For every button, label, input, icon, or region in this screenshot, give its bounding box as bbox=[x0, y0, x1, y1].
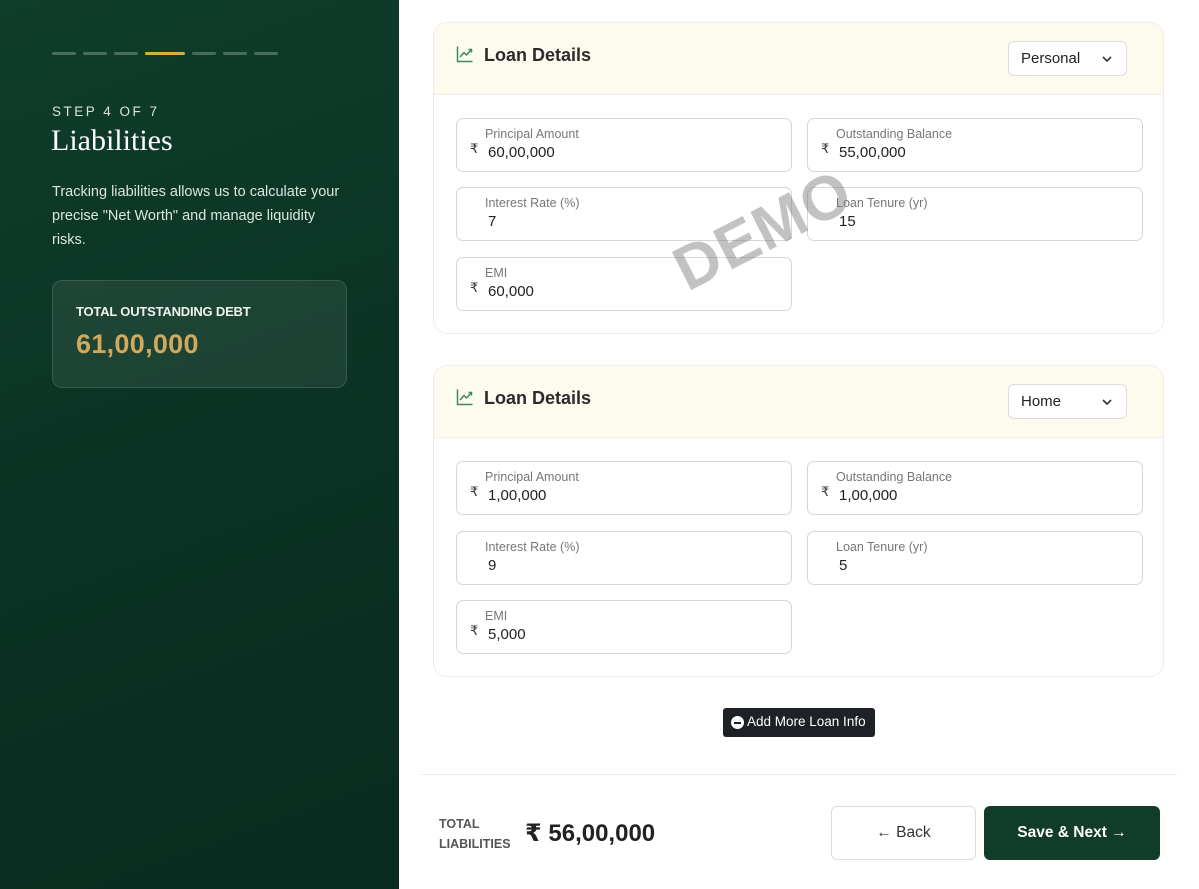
loan-card-header: Loan Details Home bbox=[434, 366, 1163, 438]
step-segment-2 bbox=[83, 52, 107, 55]
interest-rate-field[interactable]: Interest Rate (%) 9 bbox=[456, 531, 792, 585]
step-segment-4-active bbox=[145, 52, 185, 55]
outstanding-balance-field[interactable]: Outstanding Balance ₹ 1,00,000 bbox=[807, 461, 1143, 515]
step-label: STEP 4 OF 7 bbox=[52, 104, 160, 119]
loan-card-header: Loan Details Personal bbox=[434, 23, 1163, 95]
field-value: 55,00,000 bbox=[839, 144, 906, 161]
step-segment-6 bbox=[223, 52, 247, 55]
total-liabilities-value: ₹ 56,00,000 bbox=[525, 820, 656, 847]
field-label: Interest Rate (%) bbox=[485, 196, 580, 210]
loan-card-title: Loan Details bbox=[484, 45, 592, 65]
loan-card: Loan Details Home Principal Amount ₹ 1,0… bbox=[433, 365, 1164, 677]
step-segment-5 bbox=[192, 52, 216, 55]
field-label: Principal Amount bbox=[485, 470, 579, 484]
add-more-loan-label: Add More Loan Info bbox=[747, 714, 866, 729]
save-next-button[interactable]: Save & Next → bbox=[984, 806, 1160, 860]
trending-up-icon bbox=[456, 389, 473, 406]
field-value: 5,000 bbox=[488, 626, 526, 643]
rupee-icon: ₹ bbox=[470, 141, 479, 156]
page-description: Tracking liabilities allows us to calcul… bbox=[52, 184, 340, 248]
emi-field[interactable]: EMI ₹ 5,000 bbox=[456, 600, 792, 654]
rupee-icon: ₹ bbox=[821, 484, 830, 499]
field-value: 1,00,000 bbox=[488, 487, 547, 504]
loan-type-select[interactable]: Home bbox=[1008, 384, 1127, 419]
field-label: EMI bbox=[485, 266, 508, 280]
field-value: 1,00,000 bbox=[839, 487, 898, 504]
rupee-icon: ₹ bbox=[470, 484, 479, 499]
step-segment-7 bbox=[254, 52, 278, 55]
add-more-loan-button[interactable]: Add More Loan Info bbox=[723, 708, 875, 737]
rupee-icon: ₹ bbox=[470, 623, 479, 638]
total-debt-label: TOTAL OUTSTANDING DEBT bbox=[76, 304, 251, 319]
field-value: 60,000 bbox=[488, 283, 534, 300]
loan-type-value: Home bbox=[1021, 393, 1062, 410]
loan-card-title: Loan Details bbox=[484, 388, 592, 408]
total-liabilities-label: TOTAL LIABILITIES bbox=[439, 814, 511, 854]
field-label: Outstanding Balance bbox=[836, 127, 953, 141]
total-label-line2: LIABILITIES bbox=[439, 837, 511, 851]
loan-tenure-field[interactable]: Loan Tenure (yr) 5 bbox=[807, 531, 1143, 585]
main-content: Loan Details Personal Principal Amount ₹… bbox=[399, 0, 1199, 889]
field-label: Outstanding Balance bbox=[836, 470, 953, 484]
sidebar: STEP 4 OF 7 Liabilities Tracking liabili… bbox=[0, 0, 399, 889]
field-label: EMI bbox=[485, 609, 508, 623]
total-debt-value: 61,00,000 bbox=[76, 329, 199, 359]
field-value: 9 bbox=[488, 557, 497, 574]
footer-divider bbox=[421, 774, 1177, 775]
loan-card: Loan Details Personal Principal Amount ₹… bbox=[433, 22, 1164, 334]
back-button[interactable]: ← Back bbox=[831, 806, 976, 860]
principal-amount-field[interactable]: Principal Amount ₹ 60,00,000 bbox=[456, 118, 792, 172]
principal-amount-field[interactable]: Principal Amount ₹ 1,00,000 bbox=[456, 461, 792, 515]
chevron-down-icon bbox=[1102, 399, 1112, 406]
outstanding-balance-field[interactable]: Outstanding Balance ₹ 55,00,000 bbox=[807, 118, 1143, 172]
step-segment-3 bbox=[114, 52, 138, 55]
loan-type-select[interactable]: Personal bbox=[1008, 41, 1127, 76]
page-title: Liabilities bbox=[51, 124, 173, 157]
interest-rate-field[interactable]: Interest Rate (%) 7 bbox=[456, 187, 792, 241]
field-value: 15 bbox=[839, 213, 856, 230]
field-label: Loan Tenure (yr) bbox=[836, 196, 928, 210]
field-value: 7 bbox=[488, 213, 497, 230]
trending-up-icon bbox=[456, 46, 473, 63]
rupee-icon: ₹ bbox=[821, 141, 830, 156]
total-debt-card: TOTAL OUTSTANDING DEBT 61,00,000 bbox=[52, 280, 347, 388]
chevron-down-icon bbox=[1102, 56, 1112, 63]
field-value: 60,00,000 bbox=[488, 144, 555, 161]
emi-field[interactable]: EMI ₹ 60,000 bbox=[456, 257, 792, 311]
field-label: Principal Amount bbox=[485, 127, 579, 141]
field-label: Loan Tenure (yr) bbox=[836, 540, 928, 554]
loan-type-value: Personal bbox=[1021, 50, 1081, 67]
rupee-icon: ₹ bbox=[470, 280, 479, 295]
loan-tenure-field[interactable]: Loan Tenure (yr) 15 bbox=[807, 187, 1143, 241]
step-progress bbox=[52, 52, 278, 55]
total-label-line1: TOTAL bbox=[439, 817, 480, 831]
minus-circle-icon bbox=[731, 716, 744, 729]
field-value: 5 bbox=[839, 557, 848, 574]
field-label: Interest Rate (%) bbox=[485, 540, 580, 554]
step-segment-1 bbox=[52, 52, 76, 55]
